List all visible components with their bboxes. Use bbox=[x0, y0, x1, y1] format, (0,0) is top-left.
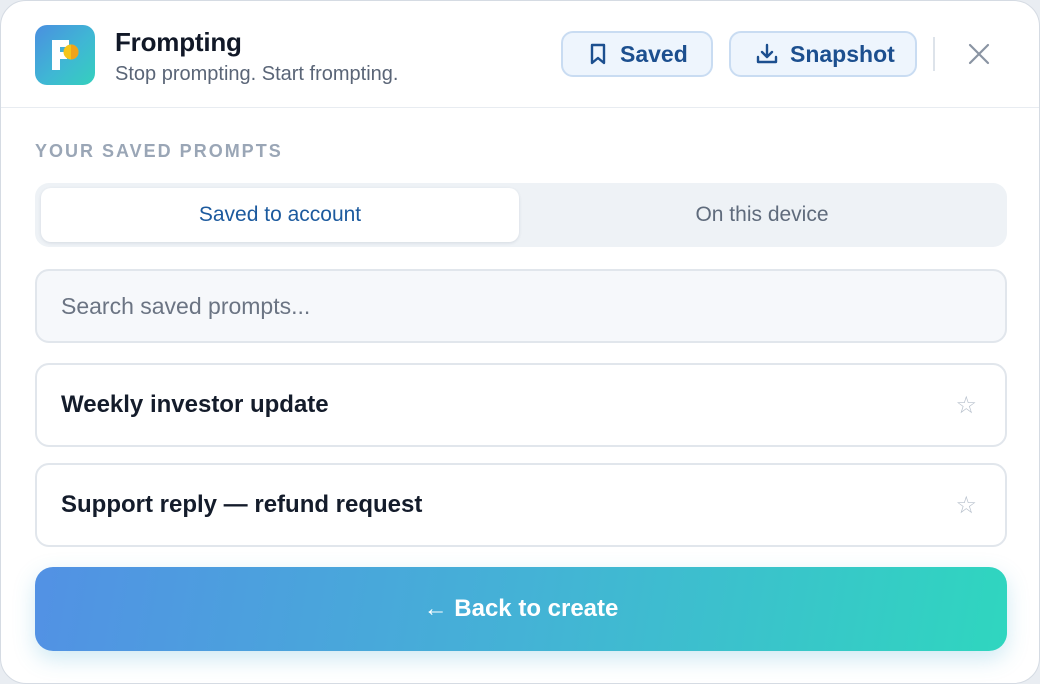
snapshot-button-label: Snapshot bbox=[790, 40, 895, 67]
bookmark-icon bbox=[590, 43, 606, 65]
back-to-create-button[interactable]: ← Back to create bbox=[35, 567, 1007, 651]
header-divider bbox=[933, 37, 935, 71]
download-icon bbox=[756, 43, 778, 64]
star-icon[interactable]: ☆ bbox=[955, 491, 977, 519]
saved-button[interactable]: Saved bbox=[561, 31, 713, 77]
tab-saved-to-account[interactable]: Saved to account bbox=[41, 188, 519, 242]
close-button[interactable] bbox=[959, 34, 999, 74]
app-title: Frompting bbox=[115, 27, 242, 57]
app-subtitle: Stop prompting. Start frompting. bbox=[115, 63, 399, 85]
saved-button-label: Saved bbox=[620, 40, 688, 67]
list-item[interactable]: Weekly investor update ☆ bbox=[35, 363, 1007, 447]
list-item-title: Support reply — refund request bbox=[61, 491, 423, 518]
close-icon bbox=[968, 43, 990, 65]
list-item-title: Weekly investor update bbox=[61, 391, 329, 418]
star-icon[interactable]: ☆ bbox=[955, 391, 977, 419]
header: Frompting Stop prompting. Start fromptin… bbox=[1, 1, 1039, 108]
section-label: YOUR SAVED PROMPTS bbox=[35, 141, 283, 161]
tab-on-this-device[interactable]: On this device bbox=[521, 188, 1003, 242]
snapshot-button[interactable]: Snapshot bbox=[729, 31, 917, 77]
tab-group: Saved to account On this device bbox=[35, 183, 1007, 247]
search-input[interactable] bbox=[35, 269, 1007, 343]
frompting-logo-icon bbox=[35, 25, 95, 85]
list-item[interactable]: Support reply — refund request ☆ bbox=[35, 463, 1007, 547]
saved-prompts-panel: Frompting Stop prompting. Start fromptin… bbox=[0, 0, 1040, 684]
